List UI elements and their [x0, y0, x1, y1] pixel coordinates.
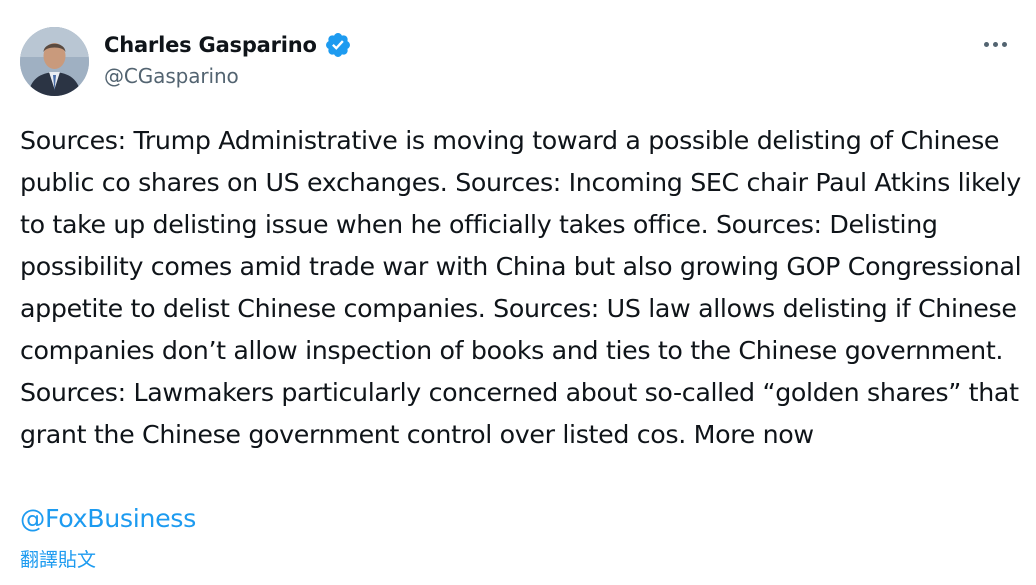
more-options-icon[interactable] — [975, 28, 1015, 60]
avatar[interactable] — [20, 27, 89, 96]
tweet-text: Sources: Trump Administrative is moving … — [20, 126, 1022, 449]
more-dot — [983, 41, 989, 47]
author-name-row: Charles Gasparino — [104, 28, 352, 62]
tweet-card: Charles Gasparino @CGasparino Sources: T… — [0, 0, 1036, 585]
author-name[interactable]: Charles Gasparino — [104, 33, 317, 57]
author-handle[interactable]: @CGasparino — [104, 64, 352, 88]
avatar-image — [20, 27, 89, 96]
mention-link[interactable]: @FoxBusiness — [20, 498, 196, 540]
more-dot — [1001, 41, 1007, 47]
verified-badge-icon[interactable] — [324, 31, 352, 59]
translate-post-link[interactable]: 翻譯貼文 — [20, 546, 96, 574]
more-dot — [992, 41, 998, 47]
author-info: Charles Gasparino @CGasparino — [104, 28, 352, 88]
